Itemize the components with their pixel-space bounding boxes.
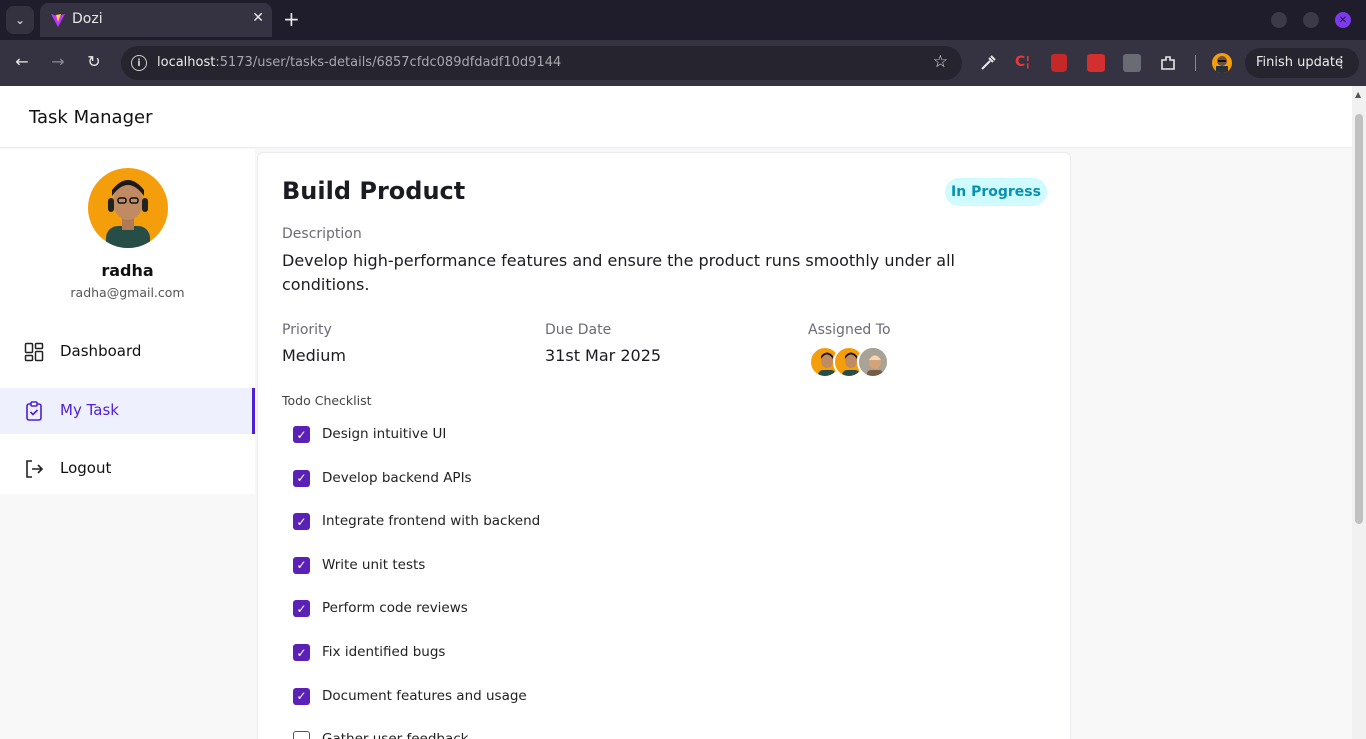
user-email: radha@gmail.com [70,285,185,300]
address-bar[interactable]: i localhost:5173/user/tasks-details/6857… [121,46,962,80]
reload-icon[interactable]: ↻ [83,52,105,71]
profile-avatar[interactable] [1212,53,1232,73]
due-date-value: 31st Mar 2025 [545,346,662,365]
status-badge: In Progress [945,178,1047,206]
sidebar-item-logout[interactable]: Logout [0,446,255,492]
page-scrollbar[interactable]: ▲ [1352,86,1366,739]
toolbar-separator [1195,55,1196,71]
app-header: Task Manager [0,86,1352,148]
checklist-item-text: Integrate frontend with backend [322,513,541,530]
lock-extension-icon[interactable] [1051,54,1067,72]
c-extension-icon[interactable]: C¦ [1015,54,1033,72]
page: Task Manager radha radha@gmail.com Dashb… [0,86,1352,739]
scroll-up-icon[interactable]: ▲ [1355,90,1361,99]
sidebar-item-label: My Task [60,401,119,419]
assigned-to-label: Assigned To [808,322,891,338]
tab-title: Dozi [72,11,103,27]
checklist-item-text: Design intuitive UI [322,426,447,442]
eyedropper-extension-icon[interactable] [979,54,997,72]
checkbox-checked[interactable]: ✓ [293,513,310,531]
close-window-button[interactable]: ✕ [1335,12,1351,28]
finish-update-button[interactable]: Finish update ⋮ [1245,48,1359,78]
checklist-item-text: Document features and usage [322,687,527,704]
finish-update-label: Finish update [1256,55,1343,70]
avatar [857,346,889,378]
checkbox-checked[interactable]: ✓ [293,644,310,661]
browser-tab[interactable]: Dozi ✕ [40,3,272,37]
user-name: radha [101,261,154,280]
clipboard-check-icon [26,401,42,421]
sidebar-item-label: Logout [60,459,112,477]
browser-tabbar: ⌄ Dozi ✕ + ✕ [0,0,1366,40]
checkbox-checked[interactable]: ✓ [293,687,310,705]
checklist-item-text: Fix identified bugs [322,644,446,660]
checklist-item-text: Gather user feedback [322,731,468,739]
task-title: Build Product [282,177,466,205]
back-arrow-icon[interactable]: ← [11,52,33,71]
description-label: Description [282,226,362,242]
checkbox-unchecked[interactable] [293,731,310,739]
checklist-item-text: Write unit tests [322,556,426,573]
checklist-item-text: Develop backend APIs [322,469,472,486]
dashboard-icon [24,342,44,362]
new-tab-button[interactable]: + [283,8,300,30]
logout-icon [26,460,44,478]
site-info-icon[interactable]: i [131,55,147,71]
todo-checklist-label: Todo Checklist [282,393,372,408]
bookmark-star-icon[interactable]: ☆ [933,52,948,72]
puzzle-extensions-icon[interactable] [1159,54,1177,72]
tab-search-button[interactable]: ⌄ [6,6,34,34]
sidebar-item-label: Dashboard [60,342,142,360]
checkbox-checked[interactable]: ✓ [293,556,310,574]
app-title: Task Manager [29,107,153,128]
grey-extension-icon[interactable] [1123,54,1141,72]
checklist-item-text: Perform code reviews [322,600,468,617]
scrollbar-thumb[interactable] [1355,114,1363,524]
red-extension-icon[interactable] [1087,54,1105,72]
sidebar: radha radha@gmail.com Dashboard My Task … [0,149,255,494]
task-description: Develop high-performance features and en… [282,251,955,294]
sidebar-item-my-task[interactable]: My Task [0,388,255,434]
assigned-avatars [809,346,899,380]
more-menu-icon[interactable]: ⋮ [1334,53,1349,71]
tab-close-icon[interactable]: ✕ [252,10,264,26]
checkbox-checked[interactable]: ✓ [293,426,310,443]
browser-toolbar: ← → ↻ i localhost:5173/user/tasks-detail… [0,40,1366,86]
forward-arrow-icon[interactable]: → [47,52,69,71]
checkbox-checked[interactable]: ✓ [293,600,310,618]
sidebar-item-dashboard[interactable]: Dashboard [0,329,255,375]
url-text[interactable]: localhost:5173/user/tasks-details/6857cf… [157,55,561,70]
due-date-label: Due Date [545,322,612,338]
priority-value: Medium [282,346,346,365]
vite-logo-icon [51,14,65,27]
maximize-button[interactable] [1303,12,1319,28]
minimize-button[interactable] [1271,12,1287,28]
user-avatar [88,168,168,248]
checkbox-checked[interactable]: ✓ [293,469,310,487]
priority-label: Priority [282,322,332,338]
task-details-card: Build Product In Progress Description De… [257,152,1071,739]
